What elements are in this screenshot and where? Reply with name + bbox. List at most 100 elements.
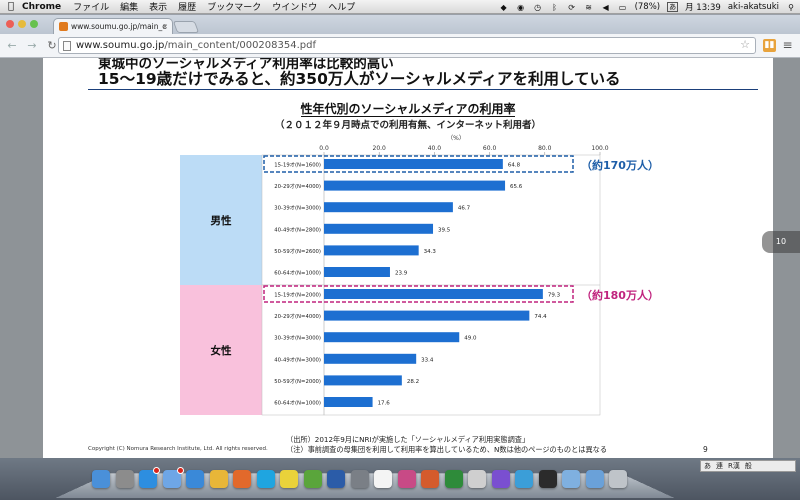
x-unit-label: （%） [447, 135, 465, 142]
address-bar[interactable]: www.soumu.go.jp/main_content/000208354.p… [58, 37, 756, 54]
category-column-1 [261, 284, 325, 416]
wifi-icon[interactable]: ≋ [584, 3, 594, 12]
ime-hiragana[interactable]: あ [704, 461, 711, 471]
word-icon[interactable] [327, 470, 345, 488]
bookmark-star-icon[interactable]: ☆ [740, 38, 750, 51]
bar [324, 202, 453, 213]
bar-value-label: 17.6 [378, 401, 391, 407]
group-label-0: 男性 [211, 214, 232, 227]
tab-soumu-pdf[interactable]: www.soumu.go.jp/main_c ✕ [53, 18, 173, 34]
photos-icon[interactable] [397, 470, 416, 488]
x-tick-label: 80.0 [538, 145, 552, 152]
calendar-icon[interactable] [374, 470, 392, 488]
firefox-icon[interactable] [233, 470, 251, 488]
url-host: www.soumu.go.jp [76, 40, 165, 51]
bar [324, 245, 419, 256]
ime-palette[interactable]: あ 連 R漢 般 [700, 460, 796, 472]
slide-page-number: 9 [703, 445, 708, 454]
bar-value-label: 39.5 [438, 227, 451, 233]
category-label: 30-39才(N=3000) [274, 204, 321, 212]
ime-roman[interactable]: R漢 [728, 461, 740, 471]
menu-history[interactable]: 履歴 [178, 0, 196, 13]
forward-button[interactable]: → [24, 39, 40, 52]
bar-value-label: 28.2 [407, 379, 419, 385]
minimize-window-button[interactable] [18, 20, 26, 28]
category-label: 15-19才(N=1600) [274, 161, 321, 169]
category-label: 15-19才(N=2000) [274, 291, 321, 299]
system-preferences-icon[interactable] [350, 470, 369, 488]
bar-value-label: 23.9 [395, 271, 408, 277]
footer-source: （出所）2012年9月にNRIが実施した「ソーシャルメディア利用実態調査」 [286, 435, 530, 444]
category-label: 60-64才(N=1000) [274, 399, 321, 407]
excel-icon[interactable] [444, 470, 463, 488]
skype-icon[interactable] [256, 470, 275, 488]
favicon-icon [59, 22, 68, 31]
ime-mode[interactable]: 連 [716, 461, 723, 471]
input-method-indicator[interactable]: あ [667, 2, 679, 12]
menu-help[interactable]: ヘルプ [328, 0, 355, 13]
battery-icon[interactable]: ▭ [618, 3, 628, 12]
app-store-icon[interactable] [139, 467, 160, 488]
bar-value-label: 46.7 [458, 206, 471, 212]
finder-icon[interactable] [92, 470, 110, 488]
apple-menu-icon[interactable]:  [0, 1, 22, 12]
bar-value-label: 79.3 [548, 293, 561, 299]
camera-icon[interactable]: ◉ [516, 3, 526, 12]
notification-badge [176, 467, 184, 474]
ime-general[interactable]: 般 [745, 461, 752, 471]
itunes-icon[interactable] [491, 470, 510, 488]
page-icon [63, 41, 71, 51]
time-machine-icon[interactable]: ◷ [533, 3, 543, 12]
x-tick-label: 60.0 [483, 145, 497, 152]
safari-icon[interactable] [186, 470, 204, 488]
settings-menu-icon[interactable]: ≡ [781, 39, 794, 52]
chrome-icon[interactable] [209, 470, 228, 488]
spotlight-search-icon[interactable]: ⚲ [786, 3, 796, 12]
menu-window[interactable]: ウインドウ [272, 0, 317, 13]
user-name[interactable]: aki-akatsuki [728, 2, 779, 12]
volume-icon[interactable]: ◀ [601, 3, 611, 12]
menu-file[interactable]: ファイル [73, 0, 109, 13]
powerpoint-icon[interactable] [421, 470, 439, 488]
downloads-folder-icon[interactable] [562, 470, 580, 488]
menu-view[interactable]: 表示 [149, 0, 167, 13]
callout-1: （約180万人） [581, 288, 659, 302]
url-path: /main_content/000208354.pdf [164, 40, 316, 51]
x-tick-label: 20.0 [373, 145, 387, 152]
x-tick-label: 40.0 [428, 145, 442, 152]
clock[interactable]: 月 13:39 [685, 1, 721, 13]
evernote-icon[interactable] [303, 470, 322, 488]
back-button[interactable]: ← [4, 39, 20, 52]
sync-icon[interactable]: ⟳ [567, 3, 577, 12]
new-tab-button[interactable] [172, 21, 200, 33]
menu-app-name[interactable]: Chrome [22, 2, 61, 12]
documents-folder-icon[interactable] [585, 470, 604, 488]
trash-icon[interactable] [609, 470, 627, 488]
menu-edit[interactable]: 編集 [120, 0, 138, 13]
tab-strip: www.soumu.go.jp/main_c ✕ [0, 15, 800, 34]
group-label-1: 女性 [211, 344, 232, 357]
mail-icon[interactable] [162, 467, 184, 488]
game-icon[interactable] [515, 470, 533, 488]
terminal-icon[interactable] [538, 470, 557, 488]
menu-bar:  Chrome ファイル 編集 表示 履歴 ブックマーク ウインドウ ヘルプ … [0, 0, 800, 14]
launchpad-icon[interactable] [115, 470, 134, 488]
bar-value-label: 33.4 [421, 357, 434, 363]
pdf-viewport[interactable]: 東城中のソーシャルメディア利用率は比較的高い 15～19歳だけでみると、約350… [0, 58, 800, 458]
close-window-button[interactable] [6, 20, 14, 28]
ical-icon[interactable] [468, 470, 486, 488]
extension-icon[interactable]: ▮▮ [763, 39, 776, 52]
dropbox-icon[interactable]: ◆ [499, 3, 509, 12]
tab-close-icon[interactable]: ✕ [162, 23, 168, 31]
bar [324, 375, 402, 386]
bluetooth-icon[interactable]: ᛒ [550, 3, 560, 12]
menu-bookmarks[interactable]: ブックマーク [207, 0, 261, 13]
bar-value-label: 65.6 [510, 184, 523, 190]
zoom-window-button[interactable] [30, 20, 38, 28]
page-indicator: 10 [762, 231, 800, 253]
bar-value-label: 34.3 [424, 249, 437, 255]
browser-toolbar: ← → ↻ www.soumu.go.jp/main_content/00020… [0, 34, 800, 58]
dock: あ 連 R漢 般 [0, 458, 800, 500]
bar [324, 180, 506, 191]
notes-icon[interactable] [280, 470, 298, 488]
